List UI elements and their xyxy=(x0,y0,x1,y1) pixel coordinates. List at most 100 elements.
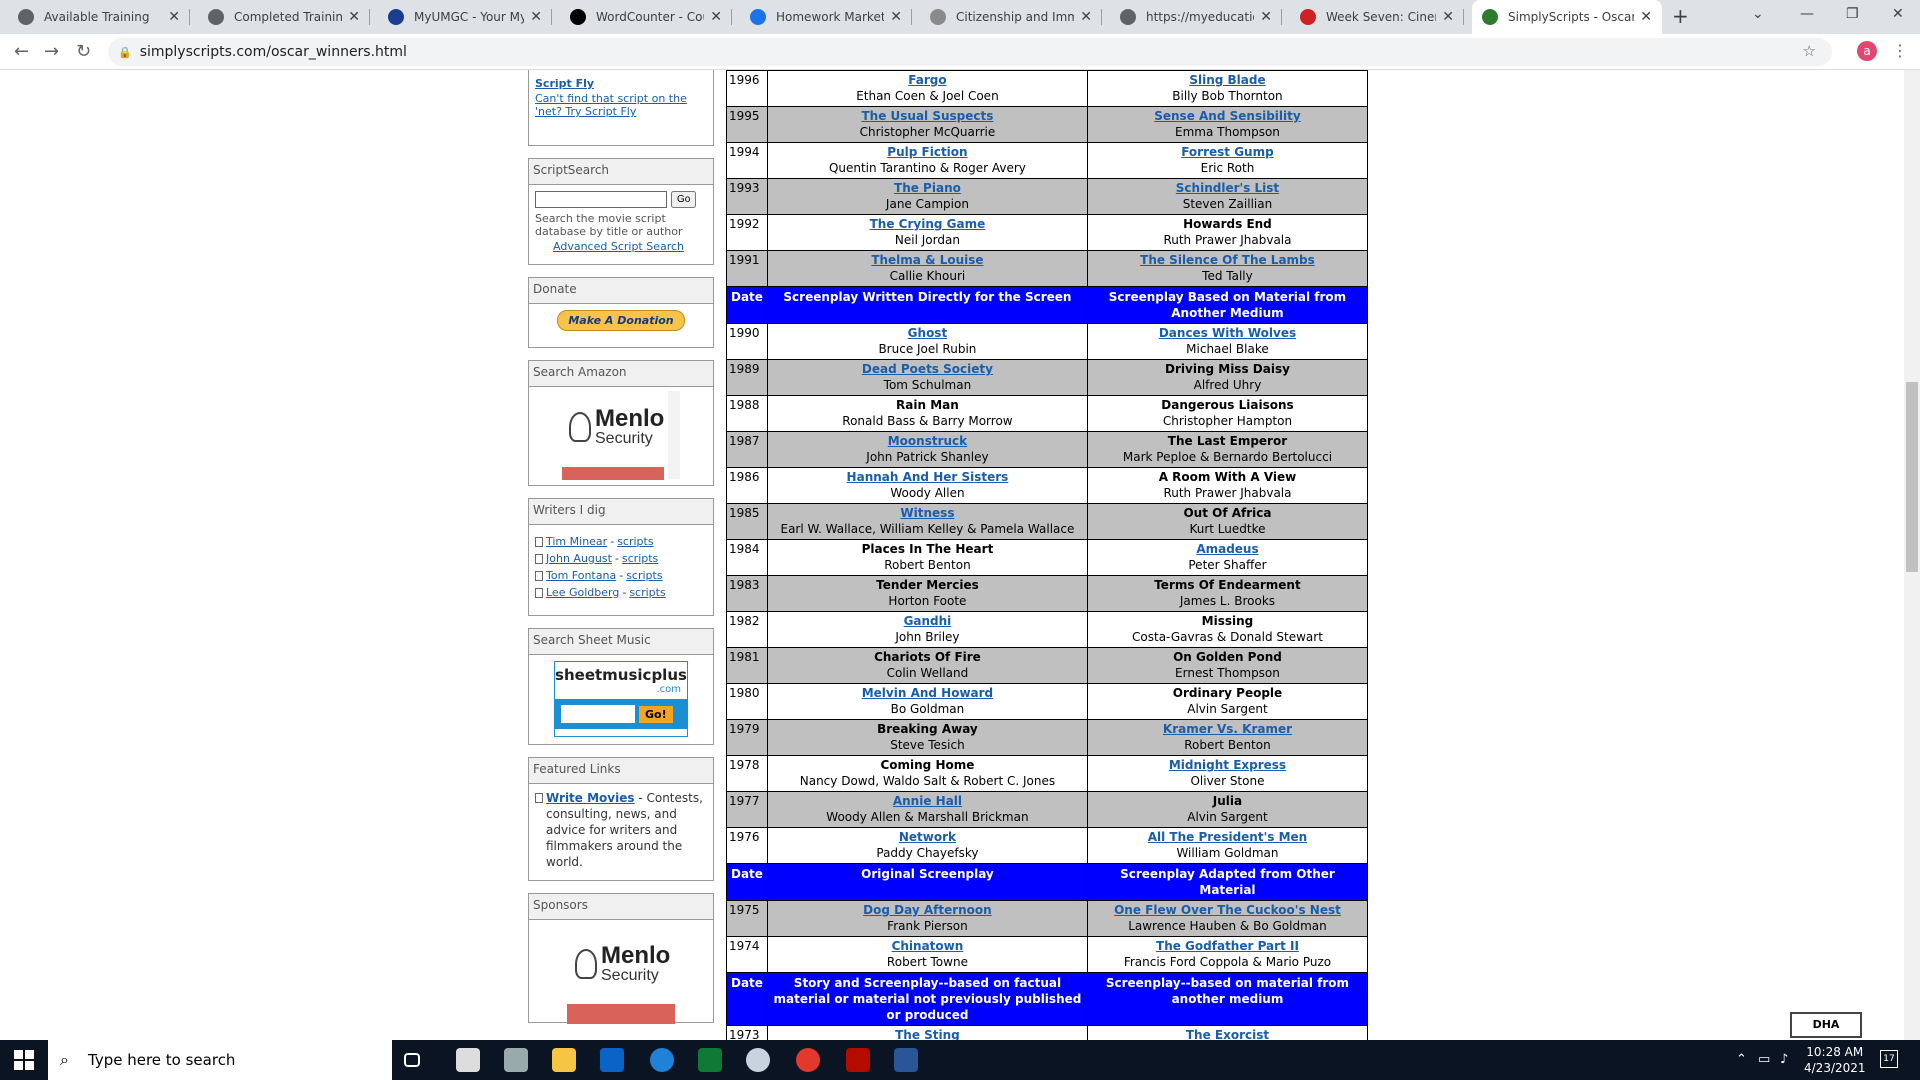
sheetmusic-search-input[interactable] xyxy=(561,705,635,723)
sponsor-button[interactable] xyxy=(567,1004,675,1024)
writer-scripts-link[interactable]: scripts xyxy=(617,535,653,548)
tab-close-icon[interactable]: ✕ xyxy=(530,9,542,25)
sheetmusic-go-button[interactable]: Go! xyxy=(639,705,673,723)
tab-search-icon[interactable]: ⌄ xyxy=(1752,6,1764,22)
writer-link[interactable]: John August xyxy=(546,552,612,565)
acrobat-icon[interactable] xyxy=(846,1048,870,1072)
script-title-link[interactable]: The Usual Suspects xyxy=(770,108,1085,124)
script-title-link[interactable]: Hannah And Her Sisters xyxy=(770,469,1085,485)
tab-close-icon[interactable]: ✕ xyxy=(1442,9,1454,25)
chevron-up-icon[interactable]: ⌃ xyxy=(1736,1052,1747,1067)
script-title-link[interactable]: Network xyxy=(770,829,1085,845)
script-title-link[interactable]: The Piano xyxy=(770,180,1085,196)
script-title-link[interactable]: All The President's Men xyxy=(1090,829,1365,845)
browser-tab[interactable]: MyUMGC - Your MyU ✕ xyxy=(378,0,552,34)
back-icon[interactable]: ← xyxy=(14,41,29,62)
script-title-link[interactable]: The Exorcist xyxy=(1090,1027,1365,1040)
go-button[interactable]: Go xyxy=(671,191,697,208)
script-search-input[interactable] xyxy=(535,191,667,208)
reload-icon[interactable]: ↻ xyxy=(76,41,91,62)
page-scrollbar[interactable] xyxy=(1904,70,1920,1040)
advanced-search-link[interactable]: Advanced Script Search xyxy=(535,240,707,253)
script-title-link[interactable]: Schindler's List xyxy=(1090,180,1365,196)
notification-icon[interactable]: 17 xyxy=(1880,1050,1898,1068)
write-movies-link[interactable]: Write Movies xyxy=(546,791,635,805)
script-title-link[interactable]: The Sting xyxy=(770,1027,1085,1040)
script-title-link[interactable]: Dances With Wolves xyxy=(1090,325,1365,341)
scrollbar-thumb[interactable] xyxy=(1906,382,1918,572)
internet-explorer-icon[interactable] xyxy=(650,1048,674,1072)
taskbar-search-field[interactable]: ⌕ Type here to search xyxy=(48,1040,392,1080)
close-window-icon[interactable]: ✕ xyxy=(1892,6,1904,22)
windows-start-icon[interactable] xyxy=(14,1050,34,1070)
browser-tab[interactable]: Homework Market ✕ xyxy=(740,0,912,34)
file-explorer-icon[interactable] xyxy=(552,1048,576,1072)
script-title-link[interactable]: Pulp Fiction xyxy=(770,144,1085,160)
writer-scripts-link[interactable]: scripts xyxy=(626,569,662,582)
script-title-link[interactable]: Chinatown xyxy=(770,938,1085,954)
writer-scripts-link[interactable]: scripts xyxy=(622,552,658,565)
browser-menu-icon[interactable]: ⋮ xyxy=(1892,41,1908,60)
calculator-icon[interactable] xyxy=(456,1048,480,1072)
dha-widget[interactable]: DHA xyxy=(1790,1012,1862,1038)
browser-tab[interactable]: Week Seven: Cinema ✕ xyxy=(1290,0,1464,34)
donate-button[interactable]: Make A Donation xyxy=(557,310,685,331)
tab-close-icon[interactable]: ✕ xyxy=(890,9,902,25)
profile-avatar[interactable]: a xyxy=(1857,41,1877,61)
tab-close-icon[interactable]: ✕ xyxy=(348,9,360,25)
script-title-link[interactable]: Amadeus xyxy=(1090,541,1365,557)
task-view-icon[interactable] xyxy=(404,1053,420,1067)
tab-close-icon[interactable]: ✕ xyxy=(1640,9,1652,25)
script-title-link[interactable]: Kramer Vs. Kramer xyxy=(1090,721,1365,737)
script-title-link[interactable]: Forrest Gump xyxy=(1090,144,1365,160)
script-title-link[interactable]: Midnight Express xyxy=(1090,757,1365,773)
script-title-link[interactable]: Dead Poets Society xyxy=(770,361,1085,377)
browser-tab[interactable]: WordCounter - Count ✕ xyxy=(560,0,732,34)
sponsor-ad[interactable]: Menlo Security xyxy=(529,920,713,1024)
outlook-icon[interactable] xyxy=(600,1048,624,1072)
forward-icon[interactable]: → xyxy=(44,41,59,62)
tab-close-icon[interactable]: ✕ xyxy=(168,9,180,25)
word-icon[interactable] xyxy=(894,1048,918,1072)
system-clock[interactable]: 10:28 AM 4/23/2021 xyxy=(1804,1044,1866,1076)
chrome-icon[interactable] xyxy=(796,1048,820,1072)
browser-tab[interactable]: SimplyScripts - Oscar ✕ xyxy=(1472,0,1662,34)
amazon-ad[interactable]: Menlo Security xyxy=(529,387,713,485)
ad-scrollbar[interactable] xyxy=(668,391,680,479)
script-title-link[interactable]: The Silence Of The Lambs xyxy=(1090,252,1365,268)
script-title-link[interactable]: The Godfather Part II xyxy=(1090,938,1365,954)
printer-icon[interactable] xyxy=(504,1048,528,1072)
tab-close-icon[interactable]: ✕ xyxy=(1260,9,1272,25)
writer-scripts-link[interactable]: scripts xyxy=(629,586,665,599)
scriptfly-desc-link[interactable]: Can't find that script on the 'net? Try … xyxy=(535,92,707,118)
script-title-link[interactable]: Witness xyxy=(770,505,1085,521)
script-title-link[interactable]: One Flew Over The Cuckoo's Nest xyxy=(1090,902,1365,918)
script-title-link[interactable]: Sling Blade xyxy=(1090,72,1365,88)
browser-tab[interactable]: Available Training ✕ xyxy=(8,0,190,34)
bookmark-star-icon[interactable]: ☆ xyxy=(1803,42,1816,60)
writer-link[interactable]: Lee Goldberg xyxy=(546,586,619,599)
tab-close-icon[interactable]: ✕ xyxy=(710,9,722,25)
volume-icon[interactable]: ♪ xyxy=(1780,1052,1788,1067)
script-title-link[interactable]: Sense And Sensibility xyxy=(1090,108,1365,124)
network-icon[interactable]: ▭ xyxy=(1758,1052,1770,1067)
app-icon[interactable] xyxy=(746,1048,770,1072)
tab-close-icon[interactable]: ✕ xyxy=(1080,9,1092,25)
script-title-link[interactable]: Gandhi xyxy=(770,613,1085,629)
browser-tab[interactable]: Citizenship and Immig ✕ xyxy=(920,0,1102,34)
app-icon[interactable] xyxy=(698,1048,722,1072)
script-title-link[interactable]: The Crying Game xyxy=(770,216,1085,232)
writer-link[interactable]: Tom Fontana xyxy=(546,569,616,582)
url-field[interactable]: 🔒 simplyscripts.com/oscar_winners.html ☆ xyxy=(108,38,1832,66)
script-title-link[interactable]: Dog Day Afternoon xyxy=(770,902,1085,918)
browser-tab[interactable]: https://myeducation.n ✕ xyxy=(1110,0,1282,34)
script-title-link[interactable]: Ghost xyxy=(770,325,1085,341)
new-tab-button[interactable]: + xyxy=(1672,4,1689,28)
script-title-link[interactable]: Fargo xyxy=(770,72,1085,88)
scriptfly-link[interactable]: Script Fly xyxy=(535,77,707,90)
script-title-link[interactable]: Moonstruck xyxy=(770,433,1085,449)
writer-link[interactable]: Tim Minear xyxy=(546,535,607,548)
minimize-icon[interactable]: — xyxy=(1800,6,1814,22)
browser-tab[interactable]: Completed Training ✕ xyxy=(198,0,370,34)
script-title-link[interactable]: Melvin And Howard xyxy=(770,685,1085,701)
